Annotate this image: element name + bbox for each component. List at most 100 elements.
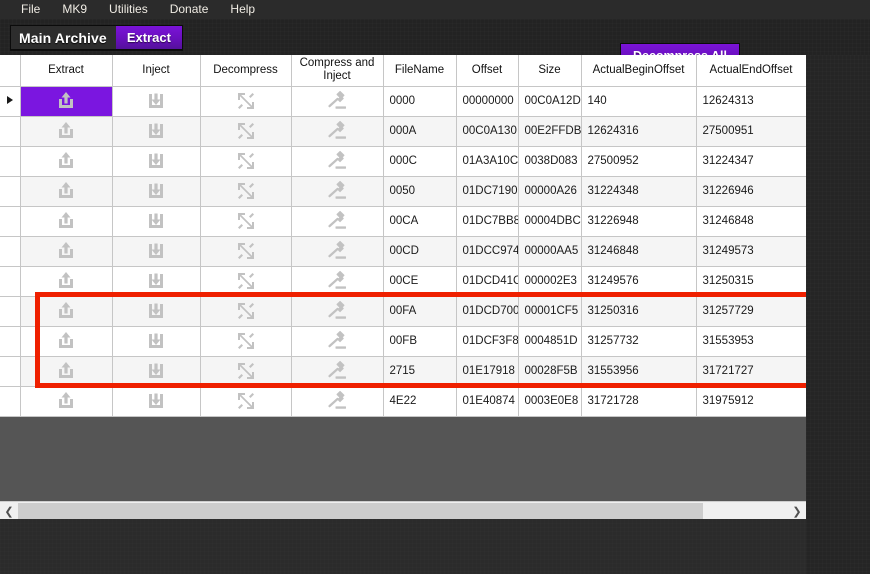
cell-actualbeginoffset[interactable]: 12624316 [581, 116, 697, 147]
cell-extract[interactable] [20, 146, 113, 177]
scroll-left-arrow-icon[interactable]: ❮ [0, 502, 18, 520]
column-header-inject[interactable]: Inject [112, 55, 201, 87]
row-selector-cell[interactable] [0, 206, 21, 237]
upload-icon[interactable] [55, 180, 77, 202]
cell-actualbeginoffset[interactable]: 31226948 [581, 206, 697, 237]
column-header-offset[interactable]: Offset [456, 55, 519, 87]
upload-icon[interactable] [55, 240, 77, 262]
cell-compress-and-inject[interactable] [291, 326, 384, 357]
row-selector-cell[interactable] [0, 116, 21, 147]
table-row[interactable]: 000C 01A3A10C 0038D083 27500952 31224347 [0, 146, 806, 177]
cell-filename[interactable]: 00CD [383, 236, 457, 267]
cell-filename[interactable]: 4E22 [383, 386, 457, 417]
cell-offset[interactable]: 01E40874 [456, 386, 519, 417]
download-icon[interactable] [145, 270, 167, 292]
cell-decompress[interactable] [200, 116, 292, 147]
cell-offset[interactable]: 01E17918 [456, 356, 519, 387]
extract-button[interactable]: Extract [115, 26, 182, 49]
cell-decompress[interactable] [200, 86, 292, 117]
cell-extract[interactable] [20, 266, 113, 297]
column-header-actualbeginoffset[interactable]: ActualBeginOffset [581, 55, 697, 87]
download-icon[interactable] [145, 360, 167, 382]
cell-offset[interactable]: 01DC7BB8 [456, 206, 519, 237]
download-icon[interactable] [145, 210, 167, 232]
cell-actualbeginoffset[interactable]: 31224348 [581, 176, 697, 207]
expand-arrows-icon[interactable] [235, 90, 257, 112]
table-row[interactable]: 000A 00C0A130 00E2FFDB 12624316 27500951 [0, 116, 806, 147]
cell-inject[interactable] [112, 386, 201, 417]
expand-arrows-icon[interactable] [235, 390, 257, 412]
cell-inject[interactable] [112, 236, 201, 267]
cell-extract[interactable] [20, 176, 113, 207]
cell-extract[interactable] [20, 86, 113, 117]
row-selector-cell[interactable] [0, 356, 21, 387]
cell-decompress[interactable] [200, 266, 292, 297]
menu-help[interactable]: Help [219, 0, 266, 19]
download-icon[interactable] [145, 390, 167, 412]
cell-decompress[interactable] [200, 206, 292, 237]
cell-decompress[interactable] [200, 176, 292, 207]
archive-data-grid[interactable]: Extract Inject Decompress Compress and I… [0, 55, 807, 520]
cell-offset[interactable]: 01DCD41C [456, 266, 519, 297]
cell-inject[interactable] [112, 116, 201, 147]
cell-compress-and-inject[interactable] [291, 116, 384, 147]
horizontal-scrollbar[interactable]: ❮ ❯ [0, 501, 806, 520]
cell-compress-and-inject[interactable] [291, 176, 384, 207]
menu-mk9[interactable]: MK9 [51, 0, 98, 19]
row-selector-cell[interactable] [0, 146, 21, 177]
cell-inject[interactable] [112, 356, 201, 387]
cell-compress-and-inject[interactable] [291, 86, 384, 117]
cell-extract[interactable] [20, 206, 113, 237]
cell-actualendoffset[interactable]: 31975912 [696, 386, 806, 417]
cell-actualbeginoffset[interactable]: 27500952 [581, 146, 697, 177]
cell-inject[interactable] [112, 176, 201, 207]
cell-actualendoffset[interactable]: 31226946 [696, 176, 806, 207]
cell-compress-and-inject[interactable] [291, 356, 384, 387]
table-row[interactable]: 00FB 01DCF3F8 0004851D 31257732 31553953 [0, 326, 806, 357]
cell-filename[interactable]: 00CA [383, 206, 457, 237]
gavel-icon[interactable] [325, 330, 349, 352]
cell-compress-and-inject[interactable] [291, 236, 384, 267]
table-row[interactable]: 00CD 01DCC974 00000AA5 31246848 31249573 [0, 236, 806, 267]
cell-actualendoffset[interactable]: 31250315 [696, 266, 806, 297]
cell-inject[interactable] [112, 86, 201, 117]
upload-icon[interactable] [55, 360, 77, 382]
cell-compress-and-inject[interactable] [291, 266, 384, 297]
cell-offset[interactable]: 01A3A10C [456, 146, 519, 177]
gavel-icon[interactable] [325, 300, 349, 322]
cell-decompress[interactable] [200, 386, 292, 417]
upload-icon[interactable] [55, 270, 77, 292]
table-row[interactable]: 00CA 01DC7BB8 00004DBC 31226948 31246848 [0, 206, 806, 237]
menu-utilities[interactable]: Utilities [98, 0, 159, 19]
column-header-filename[interactable]: FileName [383, 55, 457, 87]
expand-arrows-icon[interactable] [235, 270, 257, 292]
download-icon[interactable] [145, 120, 167, 142]
column-header-size[interactable]: Size [518, 55, 582, 87]
expand-arrows-icon[interactable] [235, 180, 257, 202]
cell-compress-and-inject[interactable] [291, 146, 384, 177]
column-header-compress-and-inject[interactable]: Compress and Inject [291, 55, 384, 87]
cell-filename[interactable]: 00FA [383, 296, 457, 327]
cell-size[interactable]: 00001CF5 [518, 296, 582, 327]
scroll-right-arrow-icon[interactable]: ❯ [788, 502, 806, 520]
cell-inject[interactable] [112, 296, 201, 327]
cell-size[interactable]: 0004851D [518, 326, 582, 357]
cell-filename[interactable]: 2715 [383, 356, 457, 387]
cell-offset[interactable]: 01DCD700 [456, 296, 519, 327]
expand-arrows-icon[interactable] [235, 240, 257, 262]
cell-actualendoffset[interactable]: 31249573 [696, 236, 806, 267]
cell-inject[interactable] [112, 206, 201, 237]
cell-extract[interactable] [20, 296, 113, 327]
expand-arrows-icon[interactable] [235, 150, 257, 172]
cell-size[interactable]: 000002E3 [518, 266, 582, 297]
cell-extract[interactable] [20, 326, 113, 357]
cell-offset[interactable]: 00000000 [456, 86, 519, 117]
table-row[interactable]: 2715 01E17918 00028F5B 31553956 31721727 [0, 356, 806, 387]
download-icon[interactable] [145, 240, 167, 262]
menu-donate[interactable]: Donate [159, 0, 220, 19]
table-row[interactable]: 0000 00000000 00C0A12D 140 12624313 [0, 86, 806, 117]
table-row[interactable]: 00CE 01DCD41C 000002E3 31249576 31250315 [0, 266, 806, 297]
cell-filename[interactable]: 000C [383, 146, 457, 177]
cell-filename[interactable]: 0000 [383, 86, 457, 117]
expand-arrows-icon[interactable] [235, 360, 257, 382]
